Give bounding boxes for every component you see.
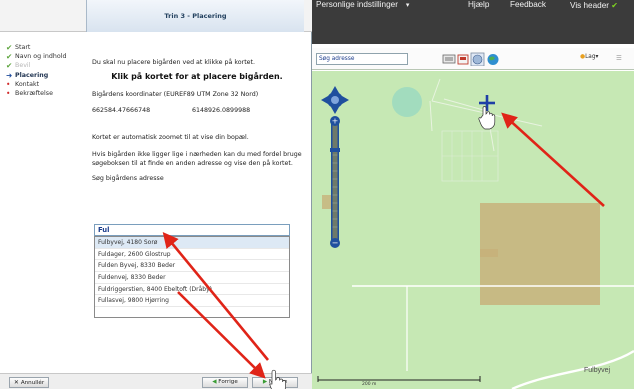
app-root: Trin 3 - Placering ✔ Start ✔ Navn og indho… — [0, 0, 634, 389]
intro-text: Du skal nu placere bigården ved at klikk… — [92, 59, 256, 66]
map-search-input[interactable]: Søg adresse — [316, 53, 408, 65]
buffer-circle — [392, 87, 422, 117]
wizard-header: Trin 3 - Placering — [0, 0, 312, 32]
step-label: Navn og indhold — [15, 53, 67, 60]
list-icon[interactable]: ☰ — [616, 54, 622, 62]
autocomplete-item[interactable]: Fulbyvej, 4180 Sorø — [95, 237, 289, 249]
personal-settings-label: Personlige indstillinger — [316, 0, 398, 9]
step-list: ✔ Start ✔ Navn og indhold ✔ Bevil ➜ Placerin… — [6, 44, 84, 99]
autocomplete-item[interactable]: Fuldenvej, 8330 Beder — [95, 272, 289, 284]
autocomplete-item[interactable]: Fullasvej, 9800 Hjørring — [95, 295, 289, 308]
address-search-input[interactable]: Ful — [94, 224, 290, 236]
map-canvas[interactable]: + − 200 m Fulbyvej — [312, 71, 634, 389]
step-label: Bevil — [15, 62, 31, 69]
coord-values: 662584.47666748 6148926.0899988 — [92, 106, 302, 115]
step-label: Bekræftelse — [15, 90, 53, 97]
map-tools — [442, 52, 499, 66]
personal-settings-menu[interactable]: Personlige indstillinger ▾ — [316, 0, 409, 28]
chevron-down-icon: ✔ — [611, 1, 619, 10]
coord-y: 6148926.0899988 — [192, 107, 251, 114]
wizard-panel: Trin 3 - Placering ✔ Start ✔ Navn og indho… — [0, 0, 312, 389]
wizard-content: Du skal nu placere bigården ved at klikk… — [92, 58, 302, 183]
next-button[interactable]: ▶ Næste — [252, 377, 298, 388]
cancel-label: Annullér — [20, 380, 45, 386]
pan-right-icon — [342, 96, 349, 104]
scale-label: 200 m — [362, 382, 377, 387]
fulbyvej-road — [511, 349, 634, 389]
globe-grid-icon[interactable] — [470, 52, 485, 66]
globe-icon[interactable] — [487, 54, 499, 65]
step-placement[interactable]: ➜ Placering — [6, 72, 84, 80]
field-area — [480, 249, 498, 257]
print-icon[interactable] — [457, 54, 469, 65]
bullet-icon: • — [6, 89, 11, 98]
show-header-label: Vis header — [570, 1, 609, 10]
step-label: Kontakt — [15, 81, 40, 88]
help-note: Hvis bigården ikke ligger lige i nærhede… — [92, 151, 302, 167]
next-label: Næste — [268, 379, 288, 385]
map-panel: Personlige indstillinger ▾ Hjælp Feedback… — [312, 0, 634, 389]
map-features — [317, 78, 634, 389]
bullet-icon: • — [6, 80, 11, 89]
close-icon: ✕ — [13, 379, 21, 386]
layers-menu[interactable]: ●Lag▾ — [580, 54, 598, 60]
road-line — [442, 131, 498, 181]
coord-label: Bigårdens koordinater (EUREF89 UTM Zone … — [92, 91, 259, 98]
pan-up-icon — [331, 86, 339, 93]
autocomplete-item[interactable]: Fuldriggerstien, 8400 Ebeltoft (Dråby) — [95, 284, 289, 296]
pan-control[interactable] — [320, 85, 350, 115]
pan-down-icon — [331, 107, 339, 114]
autocomplete-list: Fulbyvej, 4180 Sorø Fuldager, 2600 Glost… — [94, 236, 290, 318]
autocomplete-item[interactable]: Fuldager, 2600 Glostrup — [95, 249, 289, 261]
cancel-button[interactable]: ✕ Annullér — [9, 377, 49, 388]
step-confirm[interactable]: • Bekræftelse — [6, 90, 84, 98]
wizard-footer: ✕ Annullér ◀ Forrige ▶ Næste — [0, 373, 312, 389]
street-label: Fulbyvej — [584, 367, 611, 374]
arrow-right-icon: ➜ — [6, 71, 13, 80]
zoom-note: Kortet er automatisk zoomet til at vise … — [92, 134, 249, 141]
svg-text:−: − — [332, 239, 339, 248]
step-label: Placering — [15, 72, 49, 79]
layers-label: Lag▾ — [585, 54, 599, 60]
zoom-slider[interactable]: + − — [328, 115, 342, 249]
svg-text:+: + — [332, 117, 339, 126]
check-icon: ✔ — [6, 52, 13, 61]
step-bevil[interactable]: ✔ Bevil — [6, 62, 84, 70]
coord-x: 662584.47666748 — [92, 107, 151, 114]
previous-label: Forrige — [218, 379, 238, 385]
pan-left-icon — [321, 96, 328, 104]
wizard-title: Trin 3 - Placering — [86, 0, 304, 32]
instruction-heading: Klik på kortet for at placere bigården. — [111, 72, 283, 81]
ruler-icon[interactable] — [442, 54, 456, 64]
check-icon: ✔ — [6, 43, 13, 52]
step-label: Start — [15, 44, 31, 51]
autocomplete-item[interactable]: Fulden Byvej, 8330 Beder — [95, 260, 289, 273]
check-icon: ✔ — [6, 61, 13, 70]
step-start[interactable]: ✔ Start — [6, 44, 84, 52]
chevron-down-icon: ▾ — [405, 2, 410, 9]
previous-button[interactable]: ◀ Forrige — [202, 377, 248, 388]
map-toolbar: Søg adresse ●Lag▾ ☰ — [312, 48, 634, 70]
step-name-content[interactable]: ✔ Navn og indhold — [6, 53, 84, 61]
top-navigation-bar: Personlige indstillinger ▾ Hjælp Feedback… — [312, 0, 634, 44]
search-label: Søg bigårdens adresse — [92, 175, 164, 182]
feedback-link[interactable]: Feedback — [510, 0, 546, 28]
show-header-toggle[interactable]: Vis header ✔ — [570, 0, 618, 28]
location-marker[interactable] — [479, 95, 495, 111]
help-link[interactable]: Hjælp — [468, 0, 489, 28]
zoom-handle — [330, 148, 340, 152]
step-contact[interactable]: • Kontakt — [6, 81, 84, 89]
